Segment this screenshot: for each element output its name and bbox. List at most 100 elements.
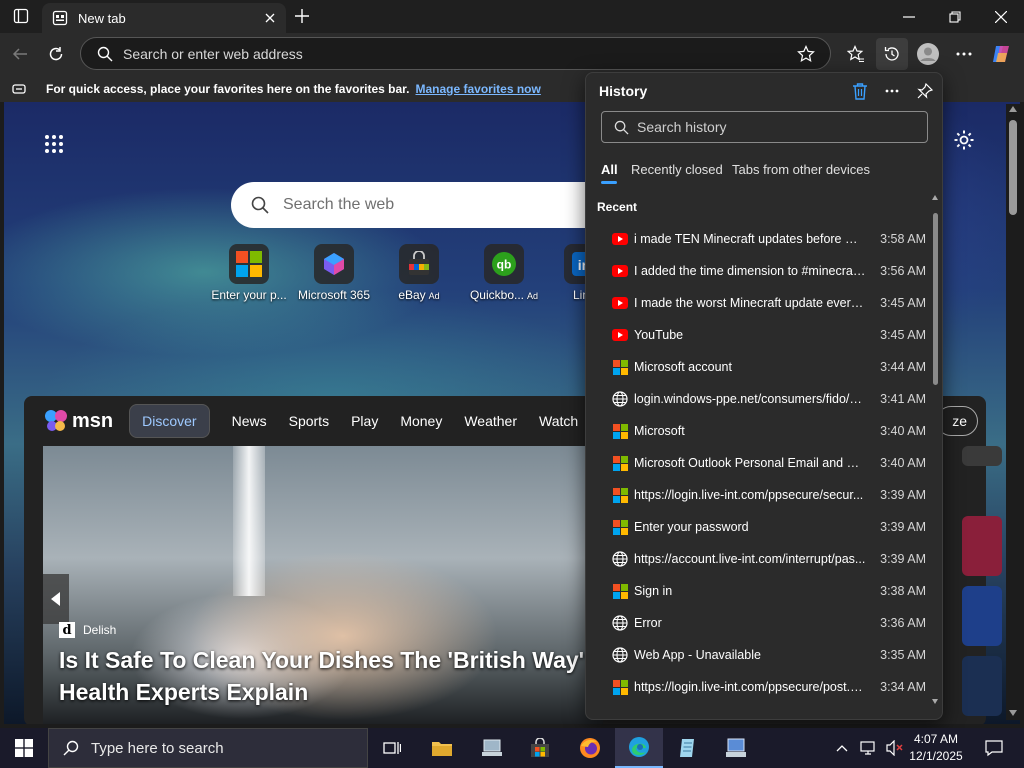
delete-history-button[interactable] (844, 75, 876, 107)
tab-all[interactable]: All (601, 162, 618, 177)
microsoft-icon (611, 582, 629, 600)
history-scrollbar[interactable] (932, 195, 938, 709)
page-settings-button[interactable] (948, 124, 980, 156)
side-card[interactable] (962, 446, 1002, 466)
history-item[interactable]: i made TEN Minecraft updates before Mo..… (586, 223, 930, 255)
history-item-time: 3:58 AM (880, 232, 926, 246)
scroll-down-icon (932, 699, 938, 704)
history-item-time: 3:35 AM (880, 648, 926, 662)
more-icon (956, 52, 972, 56)
plus-icon (295, 9, 309, 23)
network-button[interactable] (856, 728, 882, 768)
microsoft-logo-icon (229, 244, 269, 284)
volume-muted-icon (886, 740, 903, 756)
nav-money[interactable]: Money (400, 413, 442, 429)
history-more-button[interactable] (876, 75, 908, 107)
nav-news[interactable]: News (232, 413, 267, 429)
copilot-button[interactable] (985, 38, 1017, 70)
quicklink-ebay[interactable]: eBay Ad (379, 244, 459, 302)
firefox-icon (580, 738, 600, 758)
address-bar[interactable]: Search or enter web address (80, 37, 831, 70)
history-item[interactable]: YouTube 3:45 AM (586, 319, 930, 351)
quickbooks-icon: qb (484, 244, 524, 284)
edge-button[interactable] (615, 728, 663, 768)
history-item[interactable]: Microsoft 3:40 AM (586, 415, 930, 447)
volume-button[interactable] (882, 728, 908, 768)
side-card[interactable] (962, 586, 1002, 646)
history-item[interactable]: Microsoft account 3:44 AM (586, 351, 930, 383)
history-item[interactable]: https://login.live-int.com/ppsecure/post… (586, 671, 930, 703)
remote-desktop-button[interactable] (712, 728, 760, 768)
nav-weather[interactable]: Weather (464, 413, 517, 429)
quicklink-enter-your-password[interactable]: Enter your p... (209, 244, 289, 302)
history-item[interactable]: I made the worst Minecraft update ever -… (586, 287, 930, 319)
quicklink-label: Quickbo... (469, 288, 524, 302)
hero-article-card[interactable]: d Delish Is It Safe To Clean Your Dishes… (43, 446, 603, 724)
msn-butterfly-icon (45, 410, 67, 431)
globe-icon (611, 550, 629, 568)
tab-actions-button[interactable] (5, 0, 37, 32)
history-item[interactable]: https://account.live-int.com/interrupt/p… (586, 543, 930, 575)
tab-other-devices[interactable]: Tabs from other devices (732, 162, 870, 177)
new-tab-button[interactable] (286, 0, 318, 32)
history-item-title: Microsoft Outlook Personal Email and Cal… (634, 456, 866, 470)
restore-button[interactable] (932, 0, 978, 33)
more-icon (885, 89, 899, 93)
history-scroll-thumb[interactable] (933, 213, 938, 385)
quicklink-label: Enter your p... (211, 288, 287, 302)
history-item[interactable]: https://login.live-int.com/ppsecure/secu… (586, 479, 930, 511)
close-window-button[interactable] (978, 0, 1024, 33)
store-bag-icon (531, 738, 549, 757)
microsoft-icon (611, 678, 629, 696)
clock[interactable]: 4:07 AM 12/1/2025 (906, 731, 966, 765)
start-button[interactable] (0, 728, 48, 768)
tab-new-tab[interactable]: New tab (42, 3, 286, 33)
history-item[interactable]: login.windows-ppe.net/consumers/fido/c..… (586, 383, 930, 415)
history-item[interactable]: I added the time dimension to #minecraft… (586, 255, 930, 287)
manage-favorites-link[interactable]: Manage favorites now (415, 82, 540, 96)
article-headline[interactable]: Is It Safe To Clean Your Dishes The 'Bri… (59, 644, 599, 708)
carousel-prev-button[interactable] (43, 574, 69, 624)
back-button[interactable] (4, 38, 36, 70)
refresh-button[interactable] (40, 38, 72, 70)
nav-play[interactable]: Play (351, 413, 378, 429)
history-button[interactable] (876, 38, 908, 70)
history-item[interactable]: Sign in 3:38 AM (586, 575, 930, 607)
page-scrollbar[interactable] (1006, 104, 1020, 720)
history-item[interactable]: Enter your password 3:39 AM (586, 511, 930, 543)
favorites-button[interactable] (840, 38, 872, 70)
settings-more-button[interactable] (948, 38, 980, 70)
microsoft-store-button[interactable] (516, 728, 564, 768)
this-pc-button[interactable] (468, 728, 516, 768)
add-favorite-button[interactable] (790, 38, 822, 70)
nav-watch[interactable]: Watch (539, 413, 578, 429)
page-scroll-thumb[interactable] (1009, 120, 1017, 215)
taskbar-search[interactable]: Type here to search (48, 728, 368, 768)
nav-sports[interactable]: Sports (289, 413, 329, 429)
nav-discover[interactable]: Discover (129, 404, 210, 438)
close-tab-button[interactable] (258, 6, 282, 30)
history-search-input[interactable]: Search history (601, 111, 928, 143)
msn-logo[interactable]: msn (44, 409, 113, 433)
show-hidden-icons-button[interactable] (832, 728, 852, 768)
tab-recently-closed[interactable]: Recently closed (631, 162, 723, 177)
firefox-button[interactable] (566, 728, 614, 768)
history-item[interactable]: Microsoft Outlook Personal Email and Cal… (586, 447, 930, 479)
quicklink-quickbooks[interactable]: qb Quickbo... Ad (464, 244, 544, 302)
notepad-button[interactable] (664, 728, 712, 768)
side-card[interactable] (962, 656, 1002, 716)
task-view-icon (383, 742, 401, 754)
app-launcher-button[interactable] (38, 128, 70, 160)
pin-history-button[interactable] (909, 75, 941, 107)
notifications-button[interactable] (970, 728, 1018, 768)
side-card[interactable] (962, 516, 1002, 576)
task-view-button[interactable] (368, 728, 416, 768)
minimize-button[interactable] (886, 0, 932, 33)
file-explorer-button[interactable] (418, 728, 466, 768)
youtube-icon (611, 262, 629, 280)
tab-title: New tab (78, 10, 126, 26)
history-item[interactable]: Error 3:36 AM (586, 607, 930, 639)
quicklink-microsoft-365[interactable]: Microsoft 365 (294, 244, 374, 302)
history-item[interactable]: Web App - Unavailable 3:35 AM (586, 639, 930, 671)
profile-button[interactable] (912, 38, 944, 70)
